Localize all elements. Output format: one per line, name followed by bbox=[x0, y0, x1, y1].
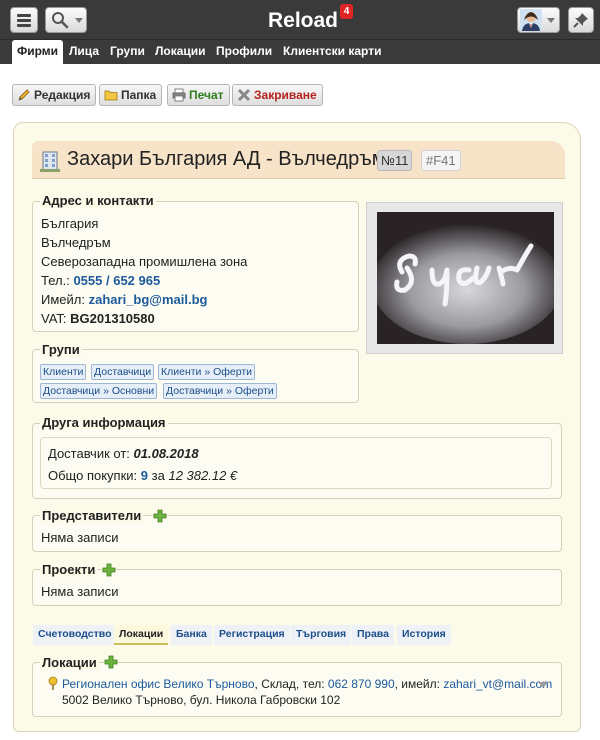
company-number-badge: №11 bbox=[377, 150, 413, 171]
app-title[interactable]: Reload bbox=[268, 9, 338, 32]
folder-icon bbox=[104, 90, 118, 101]
total-for-text: за bbox=[151, 468, 165, 483]
email-link[interactable]: zahari_bg@mail.bg bbox=[89, 292, 208, 307]
address-legend: Адрес и контакти bbox=[40, 193, 156, 208]
print-button[interactable]: Печат bbox=[167, 84, 230, 106]
location-type-phone-label: , Склад, тел: bbox=[254, 677, 328, 691]
user-menu-button[interactable] bbox=[517, 7, 560, 33]
subtab-rights[interactable]: Права bbox=[352, 625, 394, 645]
search-icon bbox=[52, 12, 69, 29]
pin-button[interactable] bbox=[568, 7, 594, 33]
search-button[interactable] bbox=[45, 7, 87, 33]
representatives-empty: Няма записи bbox=[41, 530, 119, 545]
edit-button[interactable]: Редакция bbox=[12, 84, 97, 106]
group-tag[interactable]: Доставчици » Основни bbox=[40, 383, 158, 399]
tab-groups[interactable]: Групи bbox=[105, 40, 150, 64]
add-location-plus-icon[interactable] bbox=[104, 655, 118, 669]
location-email-link[interactable]: zahari_vt@mail.com bbox=[443, 677, 552, 691]
chevron-down-icon[interactable] bbox=[538, 682, 548, 688]
user-avatar-icon bbox=[520, 9, 542, 31]
group-tag[interactable]: Клиенти bbox=[40, 364, 87, 380]
subtab-history[interactable]: История bbox=[397, 625, 451, 645]
representatives-legend: Представители bbox=[40, 508, 144, 523]
chevron-down-icon bbox=[75, 18, 83, 23]
close-record-button[interactable]: Закриване bbox=[232, 84, 323, 106]
add-project-plus-icon[interactable] bbox=[102, 563, 116, 577]
address-zone: Северозападна промишлена зона bbox=[41, 254, 248, 269]
add-representative-plus-icon[interactable] bbox=[153, 509, 167, 523]
tab-firms[interactable]: Фирми bbox=[12, 40, 64, 64]
projects-empty: Няма записи bbox=[41, 584, 119, 599]
location-phone-link[interactable]: 062 870 990 bbox=[328, 677, 395, 691]
subtab-trade[interactable]: Търговия bbox=[291, 625, 352, 645]
email-label: Имейл: bbox=[41, 292, 85, 307]
close-label: Закриване bbox=[254, 88, 317, 102]
vat-label: VAT: bbox=[41, 311, 67, 326]
notification-badge[interactable]: 4 bbox=[340, 4, 353, 19]
subtab-locations[interactable]: Локации bbox=[114, 625, 169, 645]
subtab-accounting[interactable]: Счетоводство bbox=[33, 625, 117, 645]
group-tag[interactable]: Клиенти » Оферти bbox=[158, 364, 256, 380]
groups-legend: Групи bbox=[40, 342, 82, 357]
company-image bbox=[377, 212, 554, 344]
projects-legend: Проекти bbox=[40, 562, 98, 577]
building-icon bbox=[40, 151, 60, 172]
supplier-since-label: Доставчик от: bbox=[48, 446, 130, 461]
total-purchases-count[interactable]: 9 bbox=[141, 468, 148, 483]
main-nav: Фирми Лица Групи Локации Профили Клиентс… bbox=[0, 40, 600, 64]
company-image-frame[interactable] bbox=[366, 202, 563, 354]
pin-icon bbox=[573, 13, 588, 28]
supplier-since-row: Доставчик от: 01.08.2018 bbox=[48, 446, 199, 461]
map-pin-icon bbox=[48, 676, 58, 690]
tab-profiles[interactable]: Профили bbox=[211, 40, 277, 64]
pencil-icon bbox=[18, 89, 30, 101]
group-tag[interactable]: Доставчици bbox=[91, 364, 155, 380]
phone-row: Тел.: 0555 / 652 965 bbox=[41, 273, 160, 288]
phone-label: Тел.: bbox=[41, 273, 70, 288]
location-name-link[interactable]: Регионален офис Велико Търново bbox=[62, 677, 255, 691]
print-label: Печат bbox=[189, 88, 224, 102]
company-name: Захари България АД - Вълчедръм bbox=[67, 148, 386, 170]
locations-legend: Локации bbox=[40, 655, 99, 670]
address-country: България bbox=[41, 216, 99, 231]
total-purchases-label: Общо покупки: bbox=[48, 468, 138, 483]
vat-value: BG201310580 bbox=[70, 311, 155, 326]
subtab-bank[interactable]: Банка bbox=[171, 625, 212, 645]
supplier-since-value: 01.08.2018 bbox=[133, 446, 199, 461]
total-purchases-amount: 12 382.12 € bbox=[168, 468, 238, 483]
address-city: Вълчедръм bbox=[41, 235, 111, 250]
location-item: Регионален офис Велико Търново, Склад, т… bbox=[62, 676, 552, 691]
tab-client-cards[interactable]: Клиентски карти bbox=[278, 40, 386, 64]
location-address: 5002 Велико Търново, бул. Никола Габровс… bbox=[62, 693, 341, 707]
other-info-legend: Друга информация bbox=[40, 415, 168, 430]
app-title-area: Reload bbox=[268, 9, 338, 33]
subtab-registration[interactable]: Регистрация bbox=[214, 625, 290, 645]
cross-icon bbox=[237, 88, 251, 102]
tab-persons[interactable]: Лица bbox=[64, 40, 104, 64]
edit-label: Редакция bbox=[34, 88, 91, 102]
group-tag[interactable]: Доставчици » Оферти bbox=[163, 383, 277, 399]
vat-row: VAT: BG201310580 bbox=[41, 311, 155, 326]
email-row: Имейл: zahari_bg@mail.bg bbox=[41, 292, 207, 307]
menu-button[interactable] bbox=[10, 7, 38, 33]
printer-icon bbox=[172, 88, 186, 102]
folder-label: Папка bbox=[121, 88, 157, 102]
total-purchases-row: Общо покупки: 9 за 12 382.12 € bbox=[48, 468, 237, 483]
tab-locations[interactable]: Локации bbox=[150, 40, 211, 64]
chevron-down-icon bbox=[547, 18, 555, 23]
location-email-label: , имейл: bbox=[394, 677, 444, 691]
company-code-badge: #F41 bbox=[421, 150, 461, 171]
folder-button[interactable]: Папка bbox=[99, 84, 163, 106]
phone-link[interactable]: 0555 / 652 965 bbox=[73, 273, 160, 288]
